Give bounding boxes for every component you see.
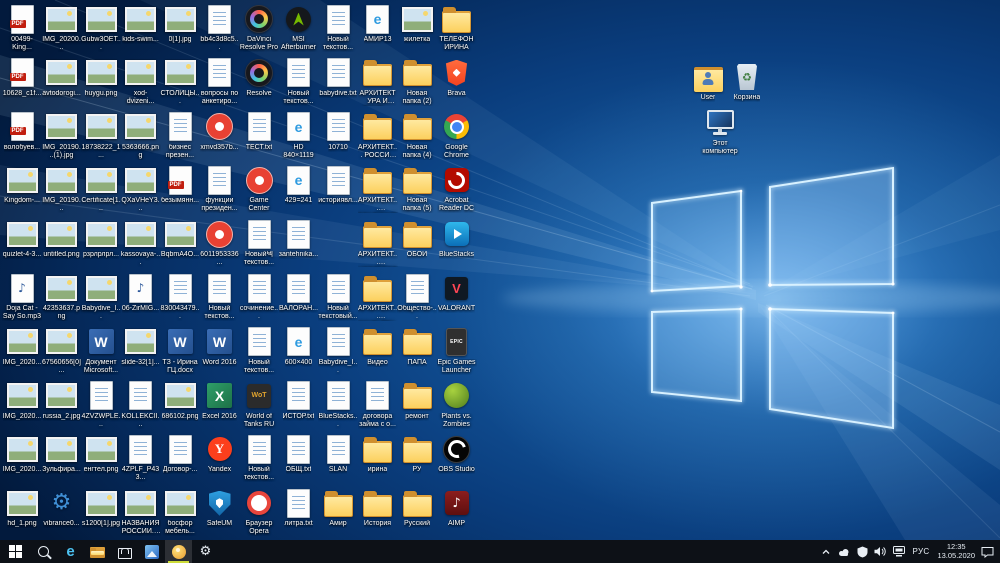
user-icon bbox=[693, 67, 723, 92]
taskbar-app-photos[interactable] bbox=[138, 540, 165, 563]
taskbar-app-search[interactable] bbox=[30, 540, 57, 563]
desktop-icon[interactable]: Этот компьютер bbox=[700, 108, 740, 156]
start-button[interactable] bbox=[0, 540, 30, 563]
notification-center-button[interactable] bbox=[981, 546, 994, 558]
desktop-icon-glyph-wrap bbox=[700, 108, 740, 138]
system-tray: РУС 12:35 13.05.2020 bbox=[815, 540, 1000, 563]
volume-icon[interactable] bbox=[874, 546, 887, 557]
taskbar-app-file-explorer[interactable] bbox=[84, 540, 111, 563]
taskbar-app-settings[interactable] bbox=[192, 540, 219, 563]
speaker-icon bbox=[874, 547, 886, 556]
store-icon bbox=[117, 547, 132, 559]
clock[interactable]: 12:35 13.05.2020 bbox=[937, 542, 975, 560]
taskbar-app-edge[interactable] bbox=[57, 540, 84, 563]
clock-date: 13.05.2020 bbox=[937, 550, 975, 560]
desktop-icon-label: User bbox=[700, 94, 716, 101]
taskbar-pinned-apps bbox=[30, 540, 219, 563]
taskbar: РУС 12:35 13.05.2020 bbox=[0, 540, 1000, 563]
photos-icon bbox=[144, 544, 159, 559]
desktop-icon-label: Этот компьютер bbox=[702, 140, 738, 155]
paint-icon bbox=[171, 544, 186, 559]
network-icon[interactable] bbox=[892, 546, 905, 557]
ethernet-icon bbox=[892, 546, 905, 557]
language-indicator[interactable]: РУС bbox=[913, 547, 930, 556]
onedrive-icon[interactable] bbox=[837, 547, 851, 557]
recycle-icon bbox=[737, 64, 757, 90]
shield-icon bbox=[857, 546, 868, 557]
thispc-icon bbox=[706, 109, 734, 129]
hidden-icons-button[interactable] bbox=[821, 548, 831, 556]
search-icon bbox=[36, 544, 52, 560]
notification-icon bbox=[981, 546, 994, 558]
defender-icon[interactable] bbox=[857, 546, 868, 558]
desktop-icon[interactable]: User bbox=[688, 62, 728, 102]
desktop-icon-label: Корзина bbox=[733, 94, 761, 101]
desktop[interactable]: 00499-King...IMG_20200...Gubw3OET...kids… bbox=[0, 0, 1000, 540]
taskbar-app-store[interactable] bbox=[111, 540, 138, 563]
settings-icon bbox=[198, 544, 214, 560]
desktop-system-icons: User Корзина Этот компьютер bbox=[0, 0, 1000, 540]
screen: 00499-King...IMG_20200...Gubw3OET...kids… bbox=[0, 0, 1000, 563]
edge-icon bbox=[63, 544, 79, 560]
cloud-icon bbox=[838, 548, 849, 556]
chevron-up-icon bbox=[822, 549, 829, 554]
taskbar-app-paint[interactable] bbox=[165, 540, 192, 563]
file-explorer-icon bbox=[90, 547, 105, 558]
desktop-icon-glyph-wrap bbox=[688, 62, 728, 92]
desktop-icon[interactable]: Корзина bbox=[727, 62, 767, 102]
windows-logo-icon bbox=[8, 545, 22, 558]
desktop-icon-glyph-wrap bbox=[727, 62, 767, 92]
